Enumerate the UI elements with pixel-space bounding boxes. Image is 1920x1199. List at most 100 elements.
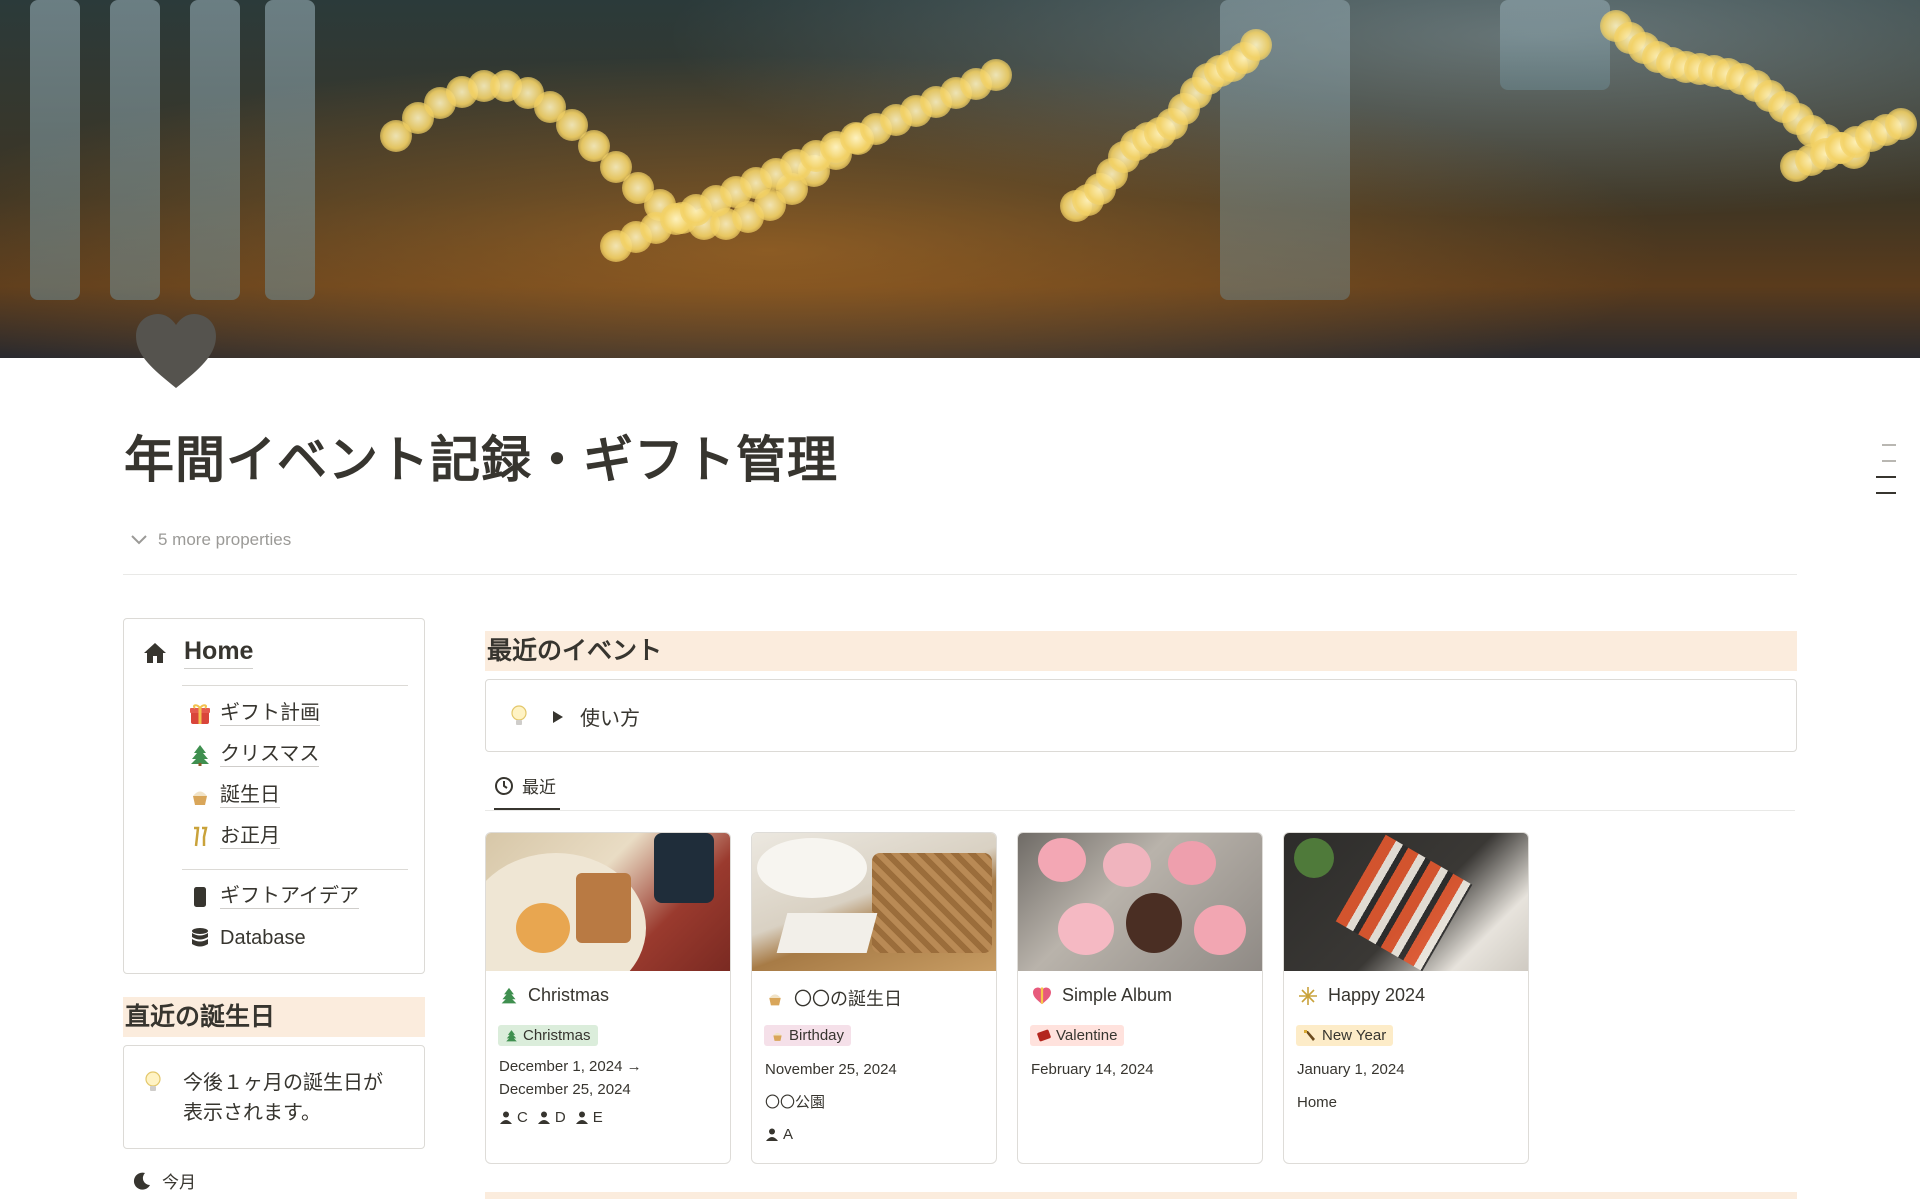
date-line: December 1, 2024 →: [499, 1058, 642, 1075]
cupcake-icon: [188, 784, 212, 808]
person-icon: [537, 1111, 550, 1124]
card-date: December 1, 2024 → December 25, 2024: [499, 1055, 642, 1101]
cover-window: [30, 0, 80, 300]
table-of-contents[interactable]: [1876, 444, 1896, 508]
bokeh-light: [1240, 28, 1272, 61]
tag-label: New Year: [1322, 1027, 1387, 1044]
cupcake-icon: [773, 1032, 782, 1041]
card-date: January 1, 2024: [1297, 1061, 1405, 1078]
callout-line: 今後１ヶ月の誕生日が: [183, 1072, 383, 1094]
nav-item-label: ギフトアイデア: [220, 885, 359, 909]
nav-item-gift-plan[interactable]: ギフト計画: [188, 701, 320, 726]
person: A: [766, 1126, 793, 1143]
person: D: [537, 1109, 566, 1126]
clock-icon: [495, 776, 513, 795]
card-cover: [486, 833, 730, 971]
nav-item-label: クリスマス: [220, 743, 320, 767]
sparkler-icon: [1299, 986, 1317, 1005]
card-title: Happy 2024: [1298, 985, 1425, 1006]
event-card[interactable]: 〇〇の誕生日 Birthday November 25, 2024 〇〇公園 A: [751, 832, 997, 1164]
toggle-label: 使い方: [580, 708, 640, 730]
category-tag: Christmas: [498, 1025, 598, 1046]
triangle-right-icon: [553, 710, 563, 723]
sidebar-nav: Home ギフト計画 クリスマス 誕生日 お正月 ギフトアイデア Databas…: [123, 618, 425, 974]
card-cover: [752, 833, 996, 971]
card-title: Christmas: [500, 985, 609, 1006]
home-icon: [144, 643, 166, 663]
view-tab-label: 最近: [522, 778, 556, 797]
event-card[interactable]: Christmas Christmas December 1, 2024 → D…: [485, 832, 731, 1164]
person-icon: [500, 1111, 512, 1124]
chocolate-icon: [1037, 1029, 1051, 1042]
card-cover: [1284, 833, 1528, 971]
phone-icon: [188, 885, 212, 909]
heart-gift-icon: [1033, 986, 1051, 1004]
card-place: 〇〇公園: [765, 1094, 826, 1111]
nav-item-christmas[interactable]: クリスマス: [188, 742, 320, 767]
header-divider: [123, 574, 1797, 575]
card-title-text: 〇〇の誕生日: [794, 989, 902, 1009]
more-properties-toggle[interactable]: 5 more properties: [130, 530, 291, 550]
card-title-text: Happy 2024: [1328, 985, 1426, 1005]
category-tag: Valentine: [1030, 1025, 1125, 1046]
moon-icon: [133, 1172, 150, 1190]
card-people: C D E: [500, 1109, 603, 1126]
christmas-tree-icon: [501, 987, 517, 1003]
howto-callout: 使い方: [485, 679, 1797, 752]
next-section-heading: [485, 1192, 1797, 1199]
view-tab-recent[interactable]: 最近: [494, 773, 556, 798]
person-icon: [766, 1128, 778, 1141]
heart-icon[interactable]: [134, 312, 218, 392]
card-title: Simple Album: [1032, 985, 1172, 1006]
card-cover: [1018, 833, 1262, 971]
champagne-icon: [188, 825, 212, 849]
card-title: 〇〇の誕生日: [766, 985, 902, 1011]
cover-window: [1500, 0, 1610, 90]
nav-item-database[interactable]: Database: [188, 926, 306, 950]
howto-toggle[interactable]: 使い方: [552, 702, 640, 731]
more-properties-label: 5 more properties: [158, 530, 292, 549]
nav-item-birthday[interactable]: 誕生日: [188, 783, 280, 808]
cover-window: [190, 0, 240, 300]
bokeh-light: [1885, 108, 1917, 140]
date-line: December 25, 2024: [499, 1081, 631, 1098]
callout-line: 表示されます。: [183, 1102, 321, 1124]
chevron-down-icon: [131, 535, 147, 545]
nav-item-new-year[interactable]: お正月: [188, 824, 280, 849]
cover-image: [0, 0, 1920, 358]
category-tag: New Year: [1296, 1025, 1394, 1046]
christmas-tree-icon: [188, 743, 212, 767]
events-heading: 最近のイベント: [485, 631, 1797, 671]
nav-item-gift-ideas[interactable]: ギフトアイデア: [188, 884, 359, 909]
nav-item-label: お正月: [220, 825, 280, 849]
birthdays-heading: 直近の誕生日: [123, 997, 425, 1037]
person: C: [500, 1109, 528, 1126]
nav-divider: [182, 869, 408, 870]
champagne-bottle-icon: [1304, 1030, 1315, 1041]
cover-window: [265, 0, 315, 300]
card-place: Home: [1297, 1094, 1338, 1111]
database-icon: [188, 926, 212, 950]
category-tag: Birthday: [764, 1025, 852, 1046]
active-view-underline: [494, 808, 560, 810]
person-icon: [575, 1111, 588, 1124]
nav-item-label: ギフト計画: [220, 702, 320, 726]
tag-label: Birthday: [789, 1027, 845, 1044]
nav-item-label: 誕生日: [220, 784, 280, 808]
home-link[interactable]: Home: [142, 637, 254, 669]
view-tab-this-month[interactable]: 今月: [132, 1168, 196, 1193]
home-label: Home: [184, 637, 254, 669]
birthdays-callout: 今後１ヶ月の誕生日が 表示されます。: [123, 1045, 425, 1149]
event-card[interactable]: Happy 2024 New Year January 1, 2024 Home: [1283, 832, 1529, 1164]
view-divider: [485, 810, 1795, 811]
card-title-text: Christmas: [528, 985, 610, 1005]
event-card[interactable]: Simple Album Valentine February 14, 2024: [1017, 832, 1263, 1164]
christmas-tree-icon: [506, 1029, 517, 1041]
lightbulb-icon: [144, 1070, 162, 1099]
nav-item-label: Database: [220, 927, 306, 949]
cover-window: [110, 0, 160, 300]
cupcake-icon: [769, 994, 781, 1006]
nav-divider: [182, 685, 408, 686]
page-title: 年間イベント記録・ギフト管理: [124, 432, 838, 488]
lightbulb-icon: [510, 704, 528, 733]
